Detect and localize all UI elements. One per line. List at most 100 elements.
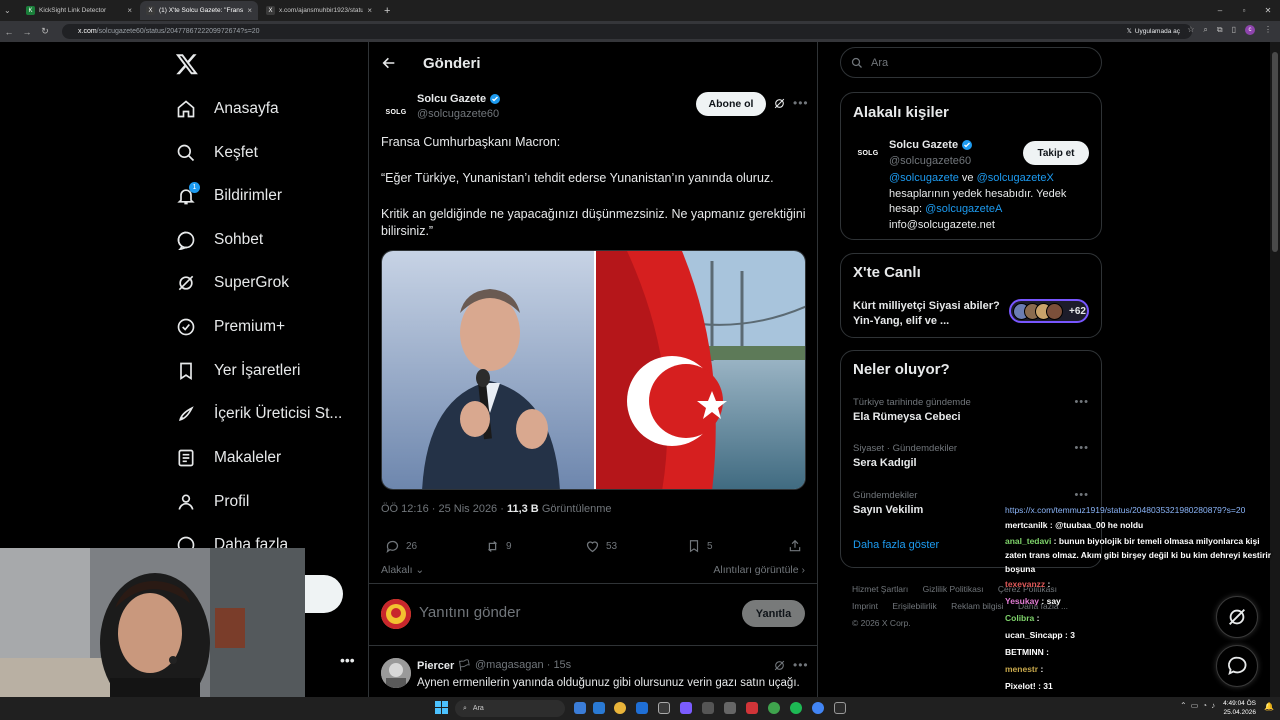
trend-more-icon[interactable]: ••• (1074, 489, 1089, 501)
trend-item[interactable]: Sera Kadıgil (853, 457, 917, 469)
my-avatar[interactable] (381, 599, 411, 629)
chrome-icon[interactable] (614, 702, 626, 714)
trend-more-icon[interactable]: ••• (1074, 442, 1089, 454)
repost-action[interactable]: 9 (485, 539, 512, 554)
messages-floating-button[interactable] (1216, 645, 1258, 687)
app-icon[interactable] (658, 702, 670, 714)
taskview-icon[interactable] (574, 702, 586, 714)
post-time[interactable]: ÖÖ 12:16 · 25 Nis 2026 · (381, 503, 507, 515)
tab-close-icon[interactable]: × (127, 6, 132, 15)
discord-icon[interactable] (680, 702, 692, 714)
nav-home[interactable]: Anasayfa (174, 89, 279, 129)
zoom-icon[interactable]: ⌕ (1203, 25, 1207, 35)
url-bar[interactable]: x.com/solcugazete60/status/2047786722209… (62, 24, 1192, 39)
app-icon[interactable] (702, 702, 714, 714)
tray-icons[interactable]: ⌃▭◔♪ (1180, 701, 1219, 710)
author-handle[interactable]: @solcugazete60 (417, 108, 499, 120)
nav-premium[interactable]: Premium+ (174, 307, 285, 347)
live-space-title[interactable]: Kürt milliyetçi Siyasi abiler?Yin-Yang, … (853, 299, 1003, 329)
reload-icon[interactable]: ↻ (36, 26, 54, 37)
follow-button[interactable]: Takip et (1023, 141, 1089, 165)
trend-item[interactable]: Ela Rümeysa Cebeci (853, 411, 961, 423)
grok-floating-button[interactable] (1216, 596, 1258, 638)
chrome-alt-icon[interactable] (812, 702, 824, 714)
extensions-icon[interactable]: ⧉ (1217, 25, 1223, 35)
nav-chat[interactable]: Sohbet (174, 220, 263, 260)
chat-link[interactable]: https://x.com/temmuz1919/status/20480353… (1005, 505, 1245, 515)
person-handle[interactable]: @solcugazete60 (889, 155, 971, 167)
scrollbar-thumb[interactable] (1272, 52, 1278, 252)
person-avatar[interactable]: SOLG (853, 138, 883, 168)
footer-link[interactable]: Hizmet Şartları (852, 584, 908, 594)
author-name[interactable]: Solcu Gazete (417, 93, 501, 105)
nav-notifications[interactable]: 1 Bildirimler (174, 176, 282, 216)
taskbar-clock[interactable]: 4:49:04 ÖS 25.04.2026 (1223, 700, 1256, 717)
reply-submit-button[interactable]: Yanıtla (742, 600, 805, 627)
share-action[interactable] (788, 539, 802, 553)
reply-action[interactable]: 26 (385, 539, 417, 554)
subscribe-button[interactable]: Abone ol (696, 92, 766, 116)
profile-avatar-icon[interactable]: c (1245, 25, 1255, 35)
footer-link[interactable]: Erişilebilirlik (892, 601, 936, 611)
post-more-icon[interactable]: ••• (793, 96, 809, 110)
bio-link[interactable]: @solcugazeteA (925, 203, 1002, 215)
bio-link[interactable]: @solcugazete (889, 172, 959, 184)
app-icon[interactable] (593, 702, 605, 714)
reply-author-name[interactable]: Piercer 🏳 (417, 659, 471, 672)
account-more-icon[interactable]: ••• (340, 652, 355, 668)
post-image[interactable] (381, 250, 806, 490)
app-icon[interactable] (834, 702, 846, 714)
maximize-icon[interactable]: ▫ (1232, 0, 1256, 21)
taskbar-search[interactable]: ⌕ Ara (455, 700, 565, 717)
person-name[interactable]: Solcu Gazete (889, 139, 973, 151)
notification-center-icon[interactable]: 🔔 (1264, 702, 1274, 711)
open-in-app-chip[interactable]: 𝕏 Uygulamada aç (1120, 24, 1186, 38)
tab-search-icon[interactable]: ⌄ (4, 6, 18, 15)
edge-icon[interactable] (636, 702, 648, 714)
browser-tab-0[interactable]: K KickSight Link Detector × (20, 1, 138, 20)
reply-grok-icon[interactable] (773, 659, 786, 672)
back-arrow-icon[interactable] (381, 55, 397, 71)
show-more-link[interactable]: Daha fazla göster (853, 539, 939, 551)
live-listeners[interactable]: +62 (1009, 299, 1089, 323)
app-icon[interactable] (724, 702, 736, 714)
browser-tab-1[interactable]: X (1) X'te Solcu Gazete: "Fransa C... × (140, 1, 258, 20)
footer-link[interactable]: Gizlilik Politikası (923, 584, 984, 594)
tab-close-icon[interactable]: × (367, 6, 372, 15)
forward-icon[interactable]: → (18, 27, 36, 37)
minimize-icon[interactable]: – (1208, 0, 1232, 21)
reply-author-avatar[interactable] (381, 658, 411, 688)
sort-dropdown[interactable]: Alakalı ⌄ (381, 564, 424, 576)
like-action[interactable]: 53 (585, 539, 617, 554)
nav-supergrok[interactable]: SuperGrok (174, 263, 289, 303)
back-icon[interactable]: ← (0, 27, 18, 37)
nav-bookmarks[interactable]: Yer İşaretleri (174, 351, 300, 391)
nav-articles[interactable]: Makaleler (174, 438, 281, 478)
reply-age[interactable]: 15s (553, 659, 571, 671)
bookmark-star-icon[interactable]: ☆ (1187, 25, 1194, 35)
windows-start-icon[interactable] (435, 701, 449, 715)
reply-more-icon[interactable]: ••• (793, 658, 809, 672)
bio-link[interactable]: @solcugazeteX (977, 172, 1054, 184)
footer-link[interactable]: Reklam bilgisi (951, 601, 1003, 611)
close-window-icon[interactable]: ✕ (1256, 0, 1280, 21)
browser-tab-2[interactable]: X x.com/ajansmuhbir1923/status... × (260, 1, 378, 20)
bookmark-action[interactable]: 5 (687, 539, 713, 553)
author-avatar[interactable]: SOLG (381, 97, 411, 127)
spotify-icon[interactable] (790, 702, 802, 714)
browser-menu-icon[interactable]: ⋮ (1264, 25, 1272, 35)
trend-more-icon[interactable]: ••• (1074, 396, 1089, 408)
nav-profile[interactable]: Profil (174, 482, 249, 522)
footer-link[interactable]: Imprint (852, 601, 878, 611)
sidebar-icon[interactable]: ▯ (1232, 25, 1236, 35)
reply-input[interactable]: Yanıtını gönder (419, 604, 520, 621)
trend-item[interactable]: Sayın Vekilim (853, 504, 923, 516)
x-logo-icon[interactable] (175, 52, 199, 76)
grok-explain-icon[interactable] (773, 97, 786, 110)
view-quotes-link[interactable]: Alıntıları görüntüle › (713, 564, 805, 576)
nav-creator-studio[interactable]: İçerik Üreticisi St... (174, 394, 342, 434)
whatsapp-icon[interactable] (768, 702, 780, 714)
nav-explore[interactable]: Keşfet (174, 133, 258, 173)
app-icon[interactable] (746, 702, 758, 714)
search-input[interactable]: Ara (840, 47, 1102, 78)
